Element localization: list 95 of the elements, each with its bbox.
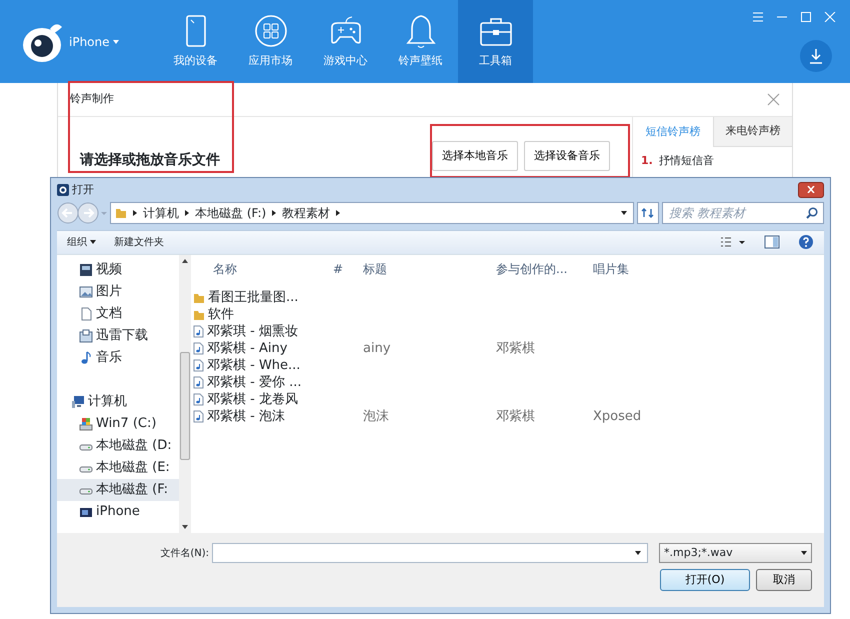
- file-detail: Xposed: [593, 408, 642, 426]
- scroll-thumb[interactable]: [180, 352, 190, 460]
- audio-file-icon: [193, 325, 204, 338]
- column-header[interactable]: 唱片集: [585, 260, 685, 278]
- file-detail: ainy: [363, 340, 391, 358]
- document-icon: [79, 307, 93, 322]
- dropdown-icon: [801, 551, 807, 556]
- device-selector[interactable]: iPhone: [69, 32, 119, 50]
- nav-tab[interactable]: 我的设备: [158, 0, 233, 83]
- device-icon: [79, 505, 93, 520]
- file-name[interactable]: 邓紫琪 - 烟熏妆: [207, 322, 298, 342]
- chevron-icon: [185, 210, 189, 216]
- scrollbar[interactable]: [179, 255, 191, 534]
- chevron-icon: [133, 210, 137, 216]
- nav-tab[interactable]: 铃声壁纸: [383, 0, 458, 83]
- panel-title: 铃声制作: [70, 91, 114, 108]
- close-button[interactable]: [798, 182, 824, 198]
- file-name[interactable]: 邓紫棋 - 龙卷风: [207, 390, 298, 410]
- toolbar-button[interactable]: 新建文件夹: [114, 234, 164, 250]
- music-note-icon: [79, 351, 93, 366]
- sidebar-item[interactable]: 本地磁盘 (E:: [57, 457, 179, 480]
- sidebar-item[interactable]: Win7 (C:): [57, 413, 179, 436]
- maximize-icon[interactable]: [800, 12, 812, 22]
- menu-icon[interactable]: [752, 12, 764, 22]
- sidebar-item[interactable]: 计算机: [57, 391, 179, 414]
- select-button[interactable]: 选择本地音乐: [432, 140, 518, 171]
- view-options-icon[interactable]: [720, 236, 746, 248]
- nav-tab[interactable]: 游戏中心: [308, 0, 383, 83]
- audio-file-icon: [193, 393, 204, 406]
- column-header[interactable]: 名称: [205, 260, 325, 278]
- film-icon: [79, 263, 93, 278]
- refresh-button[interactable]: [637, 202, 659, 224]
- dropdown-icon[interactable]: [621, 210, 627, 215]
- file-name[interactable]: 邓紫棋 - 泡沫: [207, 406, 285, 426]
- download-icon: [809, 48, 823, 64]
- file-name[interactable]: 软件: [208, 304, 234, 324]
- preview-pane-icon[interactable]: [764, 235, 780, 250]
- audio-file-icon: [193, 359, 204, 372]
- computer-icon: [71, 395, 85, 410]
- breadcrumb-item[interactable]: 教程素材: [282, 204, 330, 222]
- drop-prompt: 请选择或拖放音乐文件: [80, 150, 220, 170]
- file-name[interactable]: 邓紫棋 - Whe...: [207, 356, 300, 376]
- file-name[interactable]: 邓紫棋 - Ainy: [207, 338, 288, 358]
- column-header[interactable]: 参与创作的...: [488, 260, 585, 278]
- dropdown-icon: [635, 551, 641, 556]
- column-header[interactable]: #: [325, 260, 355, 278]
- file-detail: 邓紫棋: [496, 408, 535, 426]
- sidebar-item[interactable]: 本地磁盘 (D:: [57, 435, 179, 458]
- file-type-select[interactable]: *.mp3;*.wav: [659, 543, 812, 564]
- select-button[interactable]: 选择设备音乐: [524, 140, 610, 171]
- cancel-button[interactable]: 取消: [756, 569, 812, 592]
- breadcrumb-item[interactable]: 本地磁盘 (F:): [195, 204, 266, 222]
- sidebar-item[interactable]: 本地磁盘 (F:: [57, 479, 179, 502]
- file-name[interactable]: 邓紫棋 - 爱你 ...: [207, 372, 302, 392]
- audio-file-icon: [193, 342, 204, 356]
- sidebar-item[interactable]: 图片: [57, 281, 179, 304]
- ranking-tab[interactable]: 来电铃声榜: [712, 117, 792, 147]
- toolbar-button[interactable]: 组织: [67, 234, 96, 250]
- file-name-field[interactable]: [212, 543, 648, 564]
- file-name[interactable]: 看图王批量图...: [208, 288, 298, 308]
- sidebar-item[interactable]: iPhone: [57, 501, 179, 524]
- scroll-up-icon[interactable]: [182, 259, 188, 264]
- caret-icon: [112, 40, 119, 44]
- help-icon[interactable]: [798, 234, 814, 250]
- dialog-title: 打开: [72, 182, 94, 198]
- sidebar-item[interactable]: 文档: [57, 303, 179, 326]
- image-icon: [79, 285, 93, 300]
- open-button[interactable]: 打开(O): [660, 569, 750, 592]
- chevron-icon: [336, 210, 340, 216]
- file-detail: 泡沫: [363, 408, 389, 426]
- close-icon: [807, 186, 815, 194]
- audio-file-icon: [193, 410, 204, 424]
- scroll-down-icon[interactable]: [182, 525, 188, 530]
- audio-file-icon: [193, 376, 204, 390]
- close-icon[interactable]: [767, 93, 780, 106]
- download-button[interactable]: [800, 40, 832, 72]
- ringtone-name[interactable]: 抒情短信音: [658, 153, 714, 170]
- column-header[interactable]: 标题: [355, 260, 488, 278]
- rank-number: 1.: [641, 153, 653, 169]
- sidebar-item[interactable]: 音乐: [57, 347, 179, 370]
- app-icon: [57, 184, 69, 196]
- search-field[interactable]: 搜索 教程素材: [662, 202, 824, 224]
- nav-tab[interactable]: 工具箱: [458, 0, 533, 83]
- windows-drive-icon: [79, 417, 93, 432]
- refresh-icon: [641, 206, 655, 219]
- sidebar-item[interactable]: 视频: [57, 259, 179, 282]
- sidebar-item[interactable]: 迅雷下载: [57, 325, 179, 348]
- nav-tab[interactable]: 应用市场: [233, 0, 308, 83]
- field-label: 文件名(N):: [160, 546, 209, 561]
- breadcrumb-item[interactable]: 计算机: [143, 204, 179, 222]
- address-bar[interactable]: 计算机 本地磁盘 (F:) 教程素材: [110, 202, 634, 224]
- search-icon: [806, 206, 818, 219]
- chevron-icon: [272, 210, 276, 216]
- back-forward-icon[interactable]: [57, 202, 107, 224]
- file-detail: 邓紫棋: [496, 340, 535, 358]
